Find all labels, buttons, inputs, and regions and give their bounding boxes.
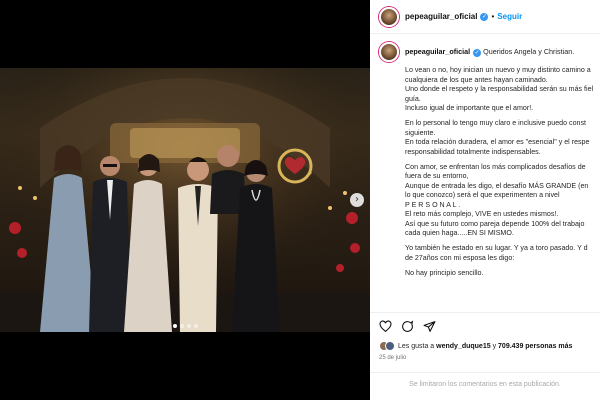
liker-avatar xyxy=(385,341,395,351)
caption-line: siguiente. xyxy=(405,128,436,137)
wedding-photo-illustration xyxy=(0,68,370,332)
post-actions: Les gusta a wendy_duque15 y 709.439 pers… xyxy=(370,312,600,361)
caption-paragraph: En lo personal lo tengo muy claro e incl… xyxy=(405,119,600,157)
caption-body: Lo vean o no, hoy inician un nuevo y muy… xyxy=(405,66,600,278)
comment-icon[interactable] xyxy=(401,319,414,333)
caption-line: Con amor, se enfrentan los más complicad… xyxy=(405,162,586,171)
author-username[interactable]: pepeaguilar_oficial xyxy=(405,12,477,21)
caption-line: guía. xyxy=(405,94,421,103)
caption-paragraph: No hay principio sencillo. xyxy=(405,269,600,279)
post-photo[interactable]: › xyxy=(0,68,370,332)
post-header: pepeaguilar_oficial ✓ • Seguir xyxy=(370,0,600,34)
caption-line: fuera de su entorno, xyxy=(405,172,469,181)
caption-line: No hay principio sencillo. xyxy=(405,268,484,277)
caption-line: lo que conozco) será el que experimenten… xyxy=(405,191,560,200)
caption-line: cada quien haga.....EN SI MISMO. xyxy=(405,229,514,238)
author-avatar[interactable] xyxy=(379,6,399,27)
caption-line: cualquiera de los que antes hayan camina… xyxy=(405,75,548,84)
caption-line: Uno donde el respeto y la responsabilida… xyxy=(405,85,594,93)
caption-line: Incluso igual de importante que el amor!… xyxy=(405,104,534,112)
carousel-dot xyxy=(172,324,177,328)
carousel-dot xyxy=(179,324,184,328)
caption: pepeaguilar_oficial ✓ Queridos Angela y C… xyxy=(370,34,600,334)
caption-line: En lo personal lo tengo muy claro e incl… xyxy=(405,119,586,128)
action-icons xyxy=(379,319,600,333)
carousel-indicator xyxy=(0,324,370,328)
caption-paragraph: Yo también he estado en su lugar. Y ya a… xyxy=(405,244,600,263)
header-separator: • xyxy=(491,12,495,21)
caption-verified-badge-icon: ✓ xyxy=(473,49,482,57)
likes-text[interactable]: Les gusta a wendy_duque15 y 709.439 pers… xyxy=(398,343,572,350)
caption-first-line: pepeaguilar_oficial ✓ Queridos Angela y C… xyxy=(405,47,574,57)
likes-connector: y xyxy=(492,342,497,350)
follow-button[interactable]: Seguir xyxy=(497,12,522,21)
caption-line: Lo vean o no, hoy inician un nuevo y muy… xyxy=(405,66,591,74)
caption-line: En toda relación duradera, el amor es "e… xyxy=(405,138,590,147)
caption-line: responsabilidad totalmente indispensable… xyxy=(405,147,541,156)
likes-prefix: Les gusta a xyxy=(398,342,435,350)
caption-username[interactable]: pepeaguilar_oficial xyxy=(405,47,470,56)
caption-line: Así que su futuro como pareja depende 10… xyxy=(405,219,585,228)
share-icon[interactable] xyxy=(423,320,436,333)
carousel-dot xyxy=(186,324,191,328)
caption-line: de 27años con mi esposa les digo: xyxy=(405,253,515,262)
media-panel: › xyxy=(0,0,370,400)
post-date[interactable]: 25 de julio xyxy=(379,355,600,361)
caption-greeting: Queridos Angela y Christian. xyxy=(483,47,575,56)
next-photo-button[interactable]: › xyxy=(350,193,364,207)
comments-limited-notice: Se limitaron los comentarios en esta pub… xyxy=(370,372,600,388)
caption-paragraph: Con amor, se enfrentan los más complicad… xyxy=(405,163,600,239)
likes-count[interactable]: 709.439 personas más xyxy=(498,343,572,350)
caption-line: El reto más complejo, VIVE en ustedes mi… xyxy=(405,210,559,219)
heart-icon[interactable] xyxy=(379,319,392,333)
liker-username[interactable]: wendy_duque15 xyxy=(436,343,490,350)
caption-line: Aunque de entrada les digo, el desafío M… xyxy=(405,181,589,190)
caption-avatar[interactable] xyxy=(379,42,399,62)
carousel-dot xyxy=(193,324,198,328)
verified-badge-icon: ✓ xyxy=(480,12,489,21)
caption-header: pepeaguilar_oficial ✓ Queridos Angela y C… xyxy=(379,42,600,62)
likes-summary: Les gusta a wendy_duque15 y 709.439 pers… xyxy=(379,341,600,351)
caption-line: Yo también he estado en su lugar. Y ya a… xyxy=(405,244,588,253)
post-sidebar: pepeaguilar_oficial ✓ • Seguir pepeaguil… xyxy=(370,0,600,400)
caption-line: P E R S O N A L . xyxy=(405,200,461,209)
caption-paragraph: Lo vean o no, hoy inician un nuevo y muy… xyxy=(405,66,600,114)
